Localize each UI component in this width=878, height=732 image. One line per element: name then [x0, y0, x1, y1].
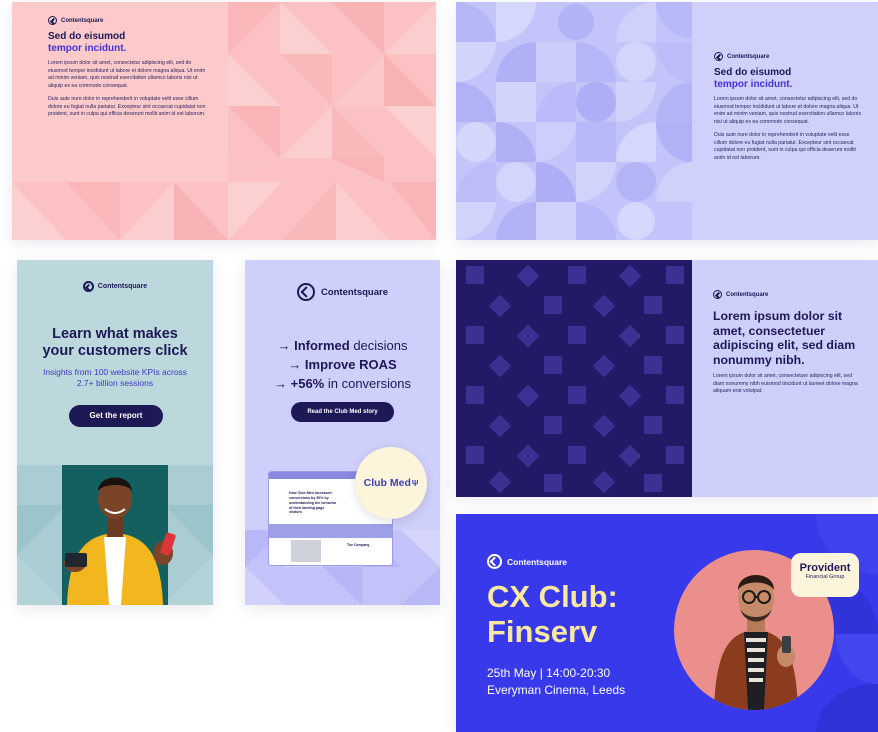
contentsquare-logo-icon: [48, 16, 57, 25]
contentsquare-logo-icon: [713, 290, 722, 299]
body-paragraph: Lorem ipsum dolor sit amet, consectetur …: [48, 60, 206, 89]
partner-badge: Provident Financial Group: [791, 553, 859, 597]
contentsquare-logo: Contentsquare: [48, 16, 208, 25]
logo-text: Contentsquare: [320, 286, 389, 298]
card-heading: Sed do eisumod tempor incidunt.: [48, 31, 208, 54]
benefit-bold: → +56%: [274, 375, 325, 391]
event-date: 25th May | 14:00-20:30: [487, 666, 611, 680]
contentsquare-logo-icon: [487, 554, 502, 569]
logo-text: Contentsquare: [61, 17, 104, 24]
contentsquare-logo-icon: [82, 281, 94, 292]
heading-line: your customers click: [42, 343, 188, 360]
contentsquare-logo: Contentsquare: [245, 283, 440, 301]
logo-text: Contentsquare: [97, 283, 148, 290]
body-paragraph: Duis aute irure dolor in reprehenderit i…: [714, 132, 856, 161]
subheading-line: Insights from 100 website KPIs across: [42, 367, 188, 377]
benefit-text: decisions: [349, 338, 408, 353]
browser-page-image: [291, 540, 321, 562]
event-title: CX Club: Finserv: [487, 579, 618, 649]
partner-subtitle: Financial Group: [805, 574, 845, 580]
contentsquare-logo-icon: [296, 283, 315, 301]
browser-page-band: [269, 524, 392, 538]
heading-line: Sed do eisumod: [714, 67, 792, 78]
logo-text: Contentsquare: [507, 556, 567, 567]
contentsquare-logo: Contentsquare: [487, 554, 567, 569]
benefit-item: → +56% in conversions: [245, 375, 440, 394]
club-med-badge: Club MedΨ: [355, 447, 427, 519]
benefit-text: in conversions: [324, 375, 411, 391]
benefit-bold: → Informed: [277, 338, 350, 353]
card-heading: Sed do eisumod tempor incidunt.: [714, 67, 864, 90]
ad-card-event: Contentsquare CX Club: Finserv 25th May …: [456, 514, 878, 732]
square-pattern: [456, 260, 692, 497]
contentsquare-logo-icon: [714, 52, 723, 61]
club-med-trident-icon: Ψ: [411, 479, 419, 488]
ad-card-clubmed: Contentsquare → Informed decisions → Imp…: [245, 260, 440, 605]
heading-line: Learn what makes: [52, 326, 178, 342]
event-info: 25th May | 14:00-20:30 Everyman Cinema, …: [487, 665, 625, 700]
browser-page-text: How Club Med increased conversions by 56…: [289, 491, 337, 515]
read-story-button[interactable]: Read the Club Med story: [291, 402, 394, 422]
body-paragraph: Lorem ipsum dolor sit amet, consectetuer…: [713, 373, 858, 395]
geometric-pattern-bottom: [12, 182, 436, 240]
benefit-item: → Informed decisions: [245, 337, 440, 356]
get-report-button[interactable]: Get the report: [69, 405, 163, 427]
geometric-pattern: [228, 2, 436, 182]
ad-card-report: Contentsquare Learn what makes your cust…: [17, 260, 213, 605]
card-heading: Lorem ipsum dolor sit amet, consectetuer…: [713, 309, 856, 367]
event-venue: Everyman Cinema, Leeds: [487, 683, 626, 698]
contentsquare-logo: Contentsquare: [17, 281, 213, 292]
benefit-item: → Improve ROAS: [245, 356, 440, 375]
card-heading: Learn what makes your customers click: [17, 326, 213, 360]
partner-name: Provident: [799, 562, 851, 574]
club-med-logo-text: Club Med: [363, 477, 411, 489]
title-line: CX Club:: [487, 579, 618, 614]
person-with-phone-photo: [17, 465, 213, 605]
benefit-list: → Informed decisions → Improve ROAS → +5…: [245, 337, 440, 394]
ad-card-squares: Contentsquare Lorem ipsum dolor sit amet…: [456, 260, 878, 497]
ad-card-pink: Contentsquare Sed do eisumod tempor inci…: [12, 2, 436, 240]
title-line: Finserv: [487, 613, 598, 649]
contentsquare-logo: Contentsquare: [713, 290, 863, 299]
circle-pattern: [456, 2, 692, 240]
logo-text: Contentsquare: [726, 291, 769, 298]
browser-page-label: The Company: [347, 543, 370, 547]
heading-accent-line: tempor incidunt.: [714, 78, 793, 90]
body-paragraph: Duis aute irure dolor in reprehenderit i…: [48, 96, 206, 118]
subheading-line: 2.7+ billion sessions: [76, 378, 154, 389]
card-subheading: Insights from 100 website KPIs across 2.…: [17, 367, 213, 389]
ad-card-lavender: Contentsquare Sed do eisumod tempor inci…: [456, 2, 878, 240]
benefit-bold: → Improve ROAS: [288, 356, 397, 372]
logo-text: Contentsquare: [727, 53, 770, 60]
heading-line: Sed do eisumod: [48, 31, 126, 42]
body-paragraph: Lorem ipsum dolor sit amet, consectetur …: [714, 96, 862, 125]
heading-accent-line: tempor incidunt.: [48, 42, 127, 54]
contentsquare-logo: Contentsquare: [714, 52, 864, 61]
